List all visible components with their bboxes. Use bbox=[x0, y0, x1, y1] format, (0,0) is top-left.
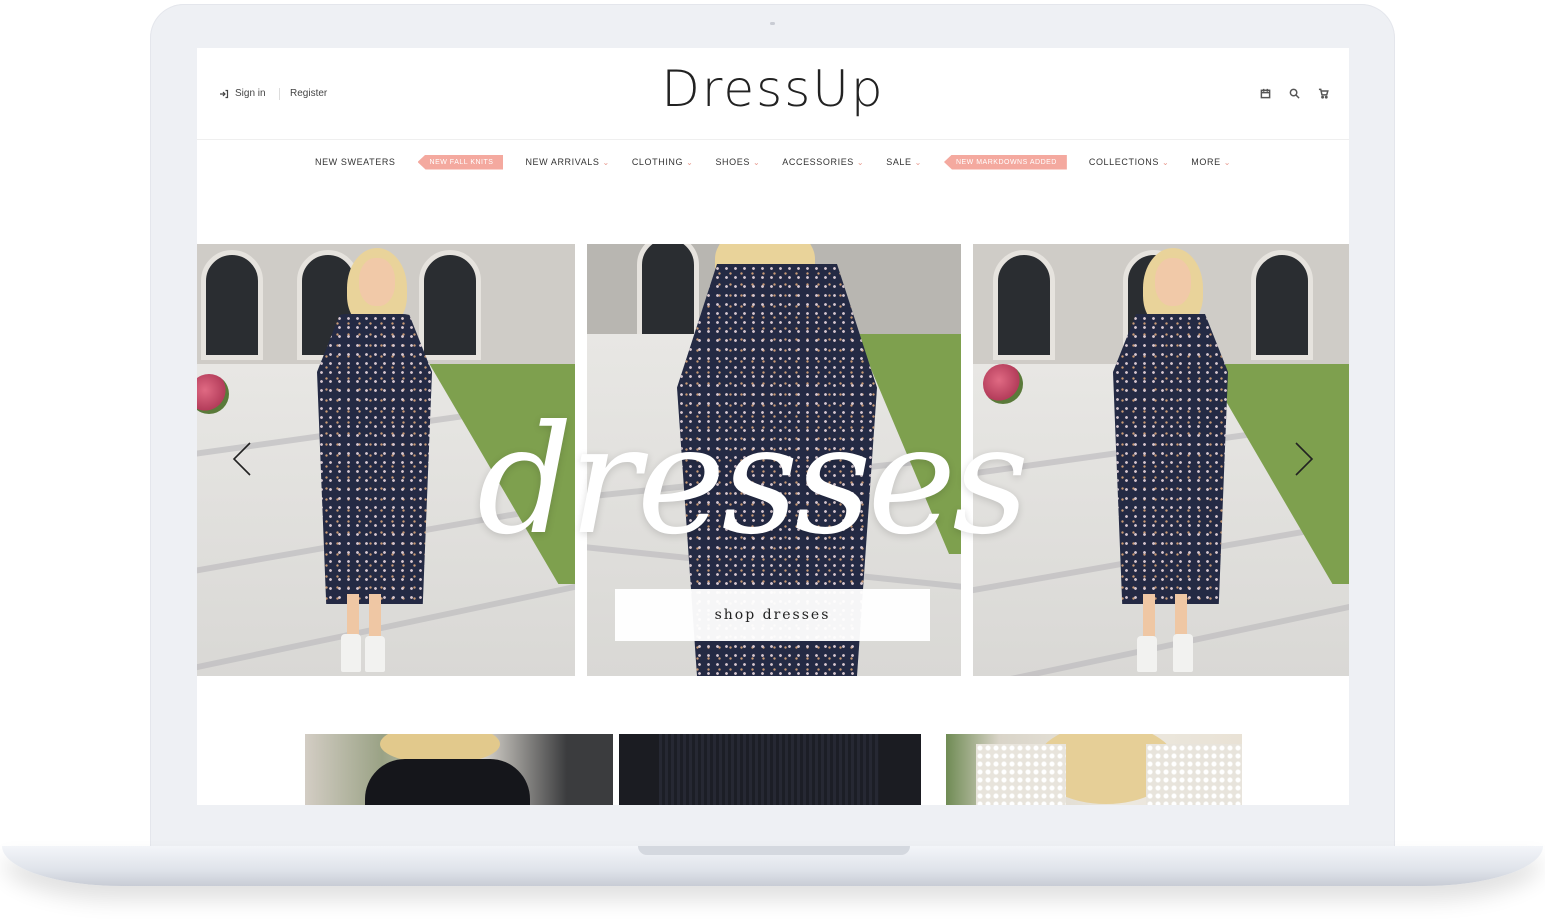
cart-icon[interactable] bbox=[1318, 88, 1329, 99]
laptop-base bbox=[2, 846, 1543, 886]
nav-collections[interactable]: COLLECTIONS ⌄ bbox=[1089, 157, 1169, 167]
hero-carousel[interactable]: dresses shop dresses bbox=[197, 244, 1349, 676]
category-tile[interactable] bbox=[305, 734, 613, 805]
category-tile[interactable] bbox=[619, 734, 921, 805]
webcam-icon bbox=[770, 22, 775, 25]
carousel-next-button[interactable] bbox=[1289, 440, 1319, 480]
browser-screen: Sign in Register DressUp NEW SWEATERS NE… bbox=[197, 48, 1349, 805]
nav-label: NEW SWEATERS bbox=[314, 157, 396, 167]
category-tile[interactable] bbox=[946, 734, 1242, 805]
white-knit bbox=[976, 744, 1066, 805]
search-icon[interactable] bbox=[1289, 88, 1300, 99]
nav-badge-new-fall-knits[interactable]: NEW FALL KNITS bbox=[417, 154, 504, 170]
site-header: Sign in Register DressUp bbox=[197, 48, 1349, 140]
carousel-prev-button[interactable] bbox=[227, 440, 257, 480]
header-icons bbox=[1260, 88, 1329, 99]
model-face bbox=[1155, 258, 1191, 306]
arch-window bbox=[1251, 250, 1313, 360]
laptop-notch bbox=[638, 846, 910, 855]
nav-badge-new-markdowns[interactable]: NEW MARKDOWNS ADDED bbox=[943, 154, 1067, 170]
black-sweater bbox=[365, 759, 530, 805]
nav-label: SALE bbox=[886, 157, 912, 167]
white-knit bbox=[1146, 744, 1242, 805]
site-logo[interactable]: DressUp bbox=[197, 60, 1349, 118]
model-figure bbox=[307, 244, 457, 676]
nav-clothing[interactable]: CLOTHING ⌄ bbox=[632, 157, 694, 167]
chevron-left-icon bbox=[232, 441, 251, 476]
chevron-down-icon: ⌄ bbox=[914, 157, 922, 167]
nav-label: SHOES bbox=[715, 157, 750, 167]
model-face bbox=[359, 258, 395, 306]
nav-shoes[interactable]: SHOES ⌄ bbox=[715, 157, 760, 167]
knit-sweater bbox=[659, 734, 879, 805]
model-figure bbox=[1103, 244, 1253, 676]
chevron-down-icon: ⌄ bbox=[686, 157, 694, 167]
calendar-icon[interactable] bbox=[1260, 88, 1271, 99]
chevron-down-icon: ⌄ bbox=[602, 157, 610, 167]
nav-new-sweaters[interactable]: NEW SWEATERS bbox=[315, 157, 396, 167]
chevron-right-icon bbox=[1295, 441, 1314, 476]
white-boot bbox=[1137, 636, 1157, 672]
white-boot bbox=[341, 634, 361, 672]
arch-window bbox=[637, 244, 699, 344]
main-nav: NEW SWEATERS NEW FALL KNITS NEW ARRIVALS… bbox=[197, 152, 1349, 172]
chevron-down-icon: ⌄ bbox=[1161, 157, 1170, 167]
nav-new-arrivals[interactable]: NEW ARRIVALS ⌄ bbox=[525, 157, 609, 167]
nav-label: COLLECTIONS bbox=[1088, 157, 1159, 167]
arch-window bbox=[993, 250, 1055, 360]
chevron-down-icon: ⌄ bbox=[1223, 157, 1232, 167]
category-tiles bbox=[305, 734, 1245, 805]
floral-dress bbox=[1113, 314, 1228, 604]
nav-label: CLOTHING bbox=[631, 157, 684, 167]
chevron-down-icon: ⌄ bbox=[752, 157, 761, 167]
white-boot bbox=[1173, 634, 1193, 672]
nav-label: ACCESSORIES bbox=[782, 157, 854, 167]
nav-sale[interactable]: SALE ⌄ bbox=[886, 157, 922, 167]
white-boot bbox=[365, 636, 385, 672]
chevron-down-icon: ⌄ bbox=[856, 157, 865, 167]
shop-dresses-button[interactable]: shop dresses bbox=[615, 589, 930, 641]
nav-more[interactable]: MORE ⌄ bbox=[1191, 157, 1231, 167]
nav-label: MORE bbox=[1191, 157, 1221, 167]
nav-accessories[interactable]: ACCESSORIES ⌄ bbox=[782, 157, 864, 167]
nav-label: NEW ARRIVALS bbox=[525, 157, 600, 167]
floral-dress bbox=[317, 314, 432, 604]
arch-window bbox=[201, 250, 263, 360]
flower-bush bbox=[983, 364, 1023, 404]
